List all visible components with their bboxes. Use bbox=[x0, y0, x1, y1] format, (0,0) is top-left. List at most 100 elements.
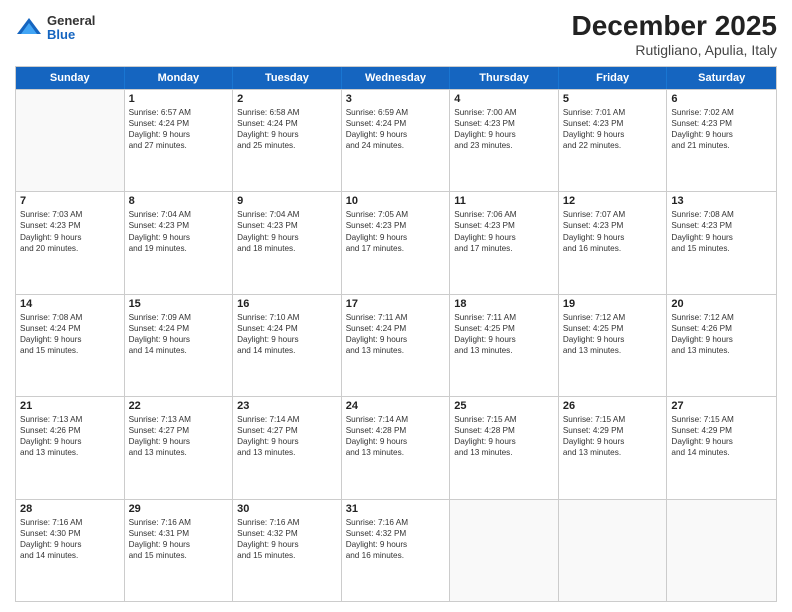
calendar-cell-w4d5: 25 Sunrise: 7:15 AM Sunset: 4:28 PM Dayli… bbox=[450, 397, 559, 498]
title-block: December 2025 Rutigliano, Apulia, Italy bbox=[572, 10, 777, 58]
calendar-cell-w5d5 bbox=[450, 500, 559, 601]
day-number: 28 bbox=[20, 503, 120, 515]
day-info: Sunrise: 7:15 AM Sunset: 4:29 PM Dayligh… bbox=[563, 414, 663, 458]
day-number: 11 bbox=[454, 195, 554, 207]
calendar-row-1: 1 Sunrise: 6:57 AM Sunset: 4:24 PM Daylig… bbox=[16, 89, 776, 191]
day-number: 17 bbox=[346, 298, 446, 310]
day-info: Sunrise: 7:06 AM Sunset: 4:23 PM Dayligh… bbox=[454, 209, 554, 253]
day-number: 6 bbox=[671, 93, 772, 105]
logo-text: General Blue bbox=[47, 14, 95, 43]
day-number: 9 bbox=[237, 195, 337, 207]
day-number: 25 bbox=[454, 400, 554, 412]
day-info: Sunrise: 6:57 AM Sunset: 4:24 PM Dayligh… bbox=[129, 107, 229, 151]
calendar-row-4: 21Sunrise: 7:13 AM Sunset: 4:26 PM Dayli… bbox=[16, 396, 776, 498]
calendar-cell-w3d7: 20Sunrise: 7:12 AM Sunset: 4:26 PM Dayli… bbox=[667, 295, 776, 396]
day-info: Sunrise: 7:01 AM Sunset: 4:23 PM Dayligh… bbox=[563, 107, 663, 151]
day-info: Sunrise: 7:02 AM Sunset: 4:23 PM Dayligh… bbox=[671, 107, 772, 151]
day-number: 4 bbox=[454, 93, 554, 105]
day-info: Sunrise: 7:16 AM Sunset: 4:30 PM Dayligh… bbox=[20, 517, 120, 561]
day-number: 24 bbox=[346, 400, 446, 412]
calendar-header: SundayMondayTuesdayWednesdayThursdayFrid… bbox=[16, 67, 776, 89]
calendar-cell-w3d4: 17 Sunrise: 7:11 AM Sunset: 4:24 PM Dayli… bbox=[342, 295, 451, 396]
day-info: Sunrise: 7:10 AM Sunset: 4:24 PM Dayligh… bbox=[237, 312, 337, 356]
calendar-cell-w4d7: 27Sunrise: 7:15 AM Sunset: 4:29 PM Dayli… bbox=[667, 397, 776, 498]
calendar-cell-w2d7: 13 Sunrise: 7:08 AM Sunset: 4:23 PM Dayli… bbox=[667, 192, 776, 293]
day-info: Sunrise: 7:16 AM Sunset: 4:32 PM Dayligh… bbox=[346, 517, 446, 561]
calendar-cell-w4d2: 22Sunrise: 7:13 AM Sunset: 4:27 PM Dayli… bbox=[125, 397, 234, 498]
calendar-row-5: 28 Sunrise: 7:16 AM Sunset: 4:30 PM Dayli… bbox=[16, 499, 776, 601]
day-number: 18 bbox=[454, 298, 554, 310]
day-info: Sunrise: 7:13 AM Sunset: 4:27 PM Dayligh… bbox=[129, 414, 229, 458]
calendar-body: 1 Sunrise: 6:57 AM Sunset: 4:24 PM Daylig… bbox=[16, 89, 776, 601]
day-number: 15 bbox=[129, 298, 229, 310]
calendar-cell-w3d5: 18 Sunrise: 7:11 AM Sunset: 4:25 PM Dayli… bbox=[450, 295, 559, 396]
calendar-row-2: 7 Sunrise: 7:03 AM Sunset: 4:23 PM Daylig… bbox=[16, 191, 776, 293]
calendar-cell-w2d5: 11 Sunrise: 7:06 AM Sunset: 4:23 PM Dayli… bbox=[450, 192, 559, 293]
header-day-saturday: Saturday bbox=[667, 67, 776, 89]
day-number: 12 bbox=[563, 195, 663, 207]
page: General Blue December 2025 Rutigliano, A… bbox=[0, 0, 792, 612]
day-info: Sunrise: 7:03 AM Sunset: 4:23 PM Dayligh… bbox=[20, 209, 120, 253]
header-day-thursday: Thursday bbox=[450, 67, 559, 89]
calendar-cell-w1d7: 6 Sunrise: 7:02 AM Sunset: 4:23 PM Daylig… bbox=[667, 90, 776, 191]
day-info: Sunrise: 7:15 AM Sunset: 4:28 PM Dayligh… bbox=[454, 414, 554, 458]
calendar-cell-w2d1: 7 Sunrise: 7:03 AM Sunset: 4:23 PM Daylig… bbox=[16, 192, 125, 293]
calendar-cell-w3d2: 15 Sunrise: 7:09 AM Sunset: 4:24 PM Dayli… bbox=[125, 295, 234, 396]
calendar-cell-w1d4: 3Sunrise: 6:59 AM Sunset: 4:24 PM Daylig… bbox=[342, 90, 451, 191]
calendar-cell-w3d1: 14Sunrise: 7:08 AM Sunset: 4:24 PM Dayli… bbox=[16, 295, 125, 396]
header-day-sunday: Sunday bbox=[16, 67, 125, 89]
day-number: 31 bbox=[346, 503, 446, 515]
day-info: Sunrise: 7:15 AM Sunset: 4:29 PM Dayligh… bbox=[671, 414, 772, 458]
day-number: 16 bbox=[237, 298, 337, 310]
logo-general: General bbox=[47, 14, 95, 28]
day-number: 8 bbox=[129, 195, 229, 207]
day-info: Sunrise: 7:14 AM Sunset: 4:27 PM Dayligh… bbox=[237, 414, 337, 458]
calendar-cell-w5d1: 28 Sunrise: 7:16 AM Sunset: 4:30 PM Dayli… bbox=[16, 500, 125, 601]
calendar-cell-w5d4: 31 Sunrise: 7:16 AM Sunset: 4:32 PM Dayli… bbox=[342, 500, 451, 601]
day-number: 7 bbox=[20, 195, 120, 207]
day-number: 13 bbox=[671, 195, 772, 207]
calendar-cell-w2d6: 12 Sunrise: 7:07 AM Sunset: 4:23 PM Dayli… bbox=[559, 192, 668, 293]
day-info: Sunrise: 7:12 AM Sunset: 4:26 PM Dayligh… bbox=[671, 312, 772, 356]
calendar-cell-w4d1: 21Sunrise: 7:13 AM Sunset: 4:26 PM Dayli… bbox=[16, 397, 125, 498]
calendar-cell-w5d7 bbox=[667, 500, 776, 601]
calendar-cell-w1d6: 5 Sunrise: 7:01 AM Sunset: 4:23 PM Daylig… bbox=[559, 90, 668, 191]
day-number: 23 bbox=[237, 400, 337, 412]
header-day-friday: Friday bbox=[559, 67, 668, 89]
calendar-cell-w2d4: 10Sunrise: 7:05 AM Sunset: 4:23 PM Dayli… bbox=[342, 192, 451, 293]
header-day-monday: Monday bbox=[125, 67, 234, 89]
header-day-tuesday: Tuesday bbox=[233, 67, 342, 89]
day-info: Sunrise: 7:09 AM Sunset: 4:24 PM Dayligh… bbox=[129, 312, 229, 356]
day-info: Sunrise: 7:05 AM Sunset: 4:23 PM Dayligh… bbox=[346, 209, 446, 253]
header: General Blue December 2025 Rutigliano, A… bbox=[15, 10, 777, 58]
logo-blue: Blue bbox=[47, 28, 95, 42]
calendar-cell-w1d3: 2 Sunrise: 6:58 AM Sunset: 4:24 PM Daylig… bbox=[233, 90, 342, 191]
day-info: Sunrise: 6:58 AM Sunset: 4:24 PM Dayligh… bbox=[237, 107, 337, 151]
day-info: Sunrise: 7:11 AM Sunset: 4:25 PM Dayligh… bbox=[454, 312, 554, 356]
calendar-cell-w1d1 bbox=[16, 90, 125, 191]
calendar-subtitle: Rutigliano, Apulia, Italy bbox=[572, 42, 777, 58]
day-info: Sunrise: 7:13 AM Sunset: 4:26 PM Dayligh… bbox=[20, 414, 120, 458]
calendar-cell-w4d4: 24 Sunrise: 7:14 AM Sunset: 4:28 PM Dayli… bbox=[342, 397, 451, 498]
day-info: Sunrise: 7:08 AM Sunset: 4:23 PM Dayligh… bbox=[671, 209, 772, 253]
calendar-cell-w1d2: 1 Sunrise: 6:57 AM Sunset: 4:24 PM Daylig… bbox=[125, 90, 234, 191]
calendar-cell-w4d3: 23 Sunrise: 7:14 AM Sunset: 4:27 PM Dayli… bbox=[233, 397, 342, 498]
day-info: Sunrise: 7:16 AM Sunset: 4:32 PM Dayligh… bbox=[237, 517, 337, 561]
calendar-cell-w2d2: 8 Sunrise: 7:04 AM Sunset: 4:23 PM Daylig… bbox=[125, 192, 234, 293]
day-number: 2 bbox=[237, 93, 337, 105]
calendar-cell-w5d6 bbox=[559, 500, 668, 601]
day-info: Sunrise: 7:00 AM Sunset: 4:23 PM Dayligh… bbox=[454, 107, 554, 151]
day-info: Sunrise: 7:11 AM Sunset: 4:24 PM Dayligh… bbox=[346, 312, 446, 356]
day-info: Sunrise: 7:07 AM Sunset: 4:23 PM Dayligh… bbox=[563, 209, 663, 253]
day-info: Sunrise: 7:04 AM Sunset: 4:23 PM Dayligh… bbox=[129, 209, 229, 253]
logo-icon bbox=[15, 14, 43, 42]
calendar-row-3: 14Sunrise: 7:08 AM Sunset: 4:24 PM Dayli… bbox=[16, 294, 776, 396]
day-info: Sunrise: 7:14 AM Sunset: 4:28 PM Dayligh… bbox=[346, 414, 446, 458]
day-number: 1 bbox=[129, 93, 229, 105]
day-number: 5 bbox=[563, 93, 663, 105]
calendar-cell-w3d3: 16 Sunrise: 7:10 AM Sunset: 4:24 PM Dayli… bbox=[233, 295, 342, 396]
day-info: Sunrise: 6:59 AM Sunset: 4:24 PM Dayligh… bbox=[346, 107, 446, 151]
calendar: SundayMondayTuesdayWednesdayThursdayFrid… bbox=[15, 66, 777, 602]
day-info: Sunrise: 7:08 AM Sunset: 4:24 PM Dayligh… bbox=[20, 312, 120, 356]
logo: General Blue bbox=[15, 14, 95, 43]
